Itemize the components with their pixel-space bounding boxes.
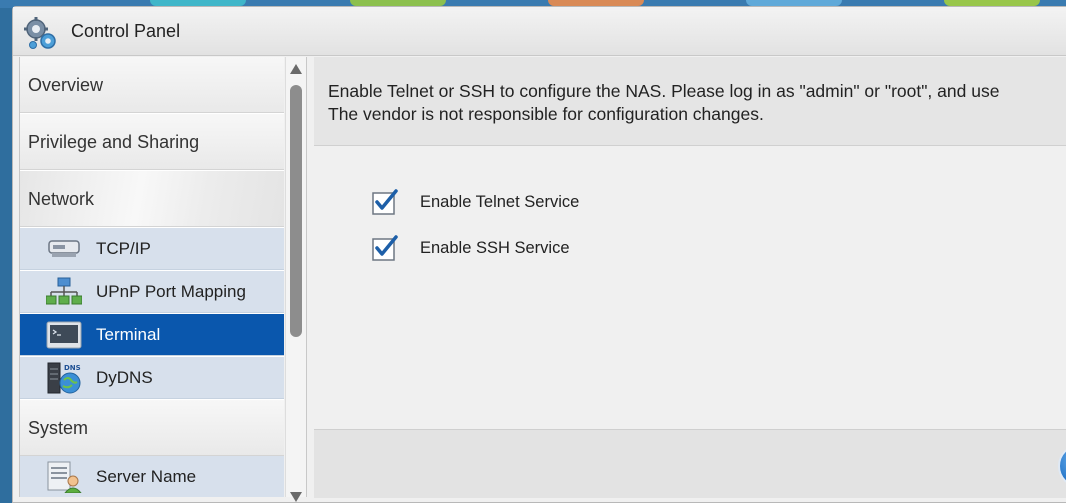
telnet-checkbox[interactable] [372, 189, 398, 215]
svg-text:DNS: DNS [64, 364, 81, 372]
window-title: Control Panel [71, 21, 181, 41]
scroll-down-arrow-icon[interactable] [289, 491, 303, 503]
ssh-checkbox[interactable] [372, 235, 398, 261]
action-footer [314, 429, 1066, 498]
ssh-label[interactable]: Enable SSH Service [420, 239, 570, 258]
sidebar-item-label: DyDNS [96, 368, 153, 387]
scrollbar-thumb[interactable] [290, 85, 302, 337]
sidebar-item-label: TCP/IP [96, 239, 151, 258]
server-user-icon [47, 461, 82, 493]
network-topology-icon [46, 277, 82, 305]
sidebar-category-network[interactable]: Network [20, 171, 284, 227]
sidebar-item-label: UPnP Port Mapping [96, 282, 246, 301]
sidebar-item-dydns[interactable]: DNS DyDNS [20, 357, 284, 399]
terminal-icon [46, 321, 82, 349]
sidebar-category-system[interactable]: System [20, 400, 284, 456]
window-titlebar[interactable]: Control Panel [13, 7, 1066, 56]
notice-line-1: Enable Telnet or SSH to configure the NA… [328, 81, 1000, 101]
scroll-up-arrow-icon[interactable] [289, 63, 303, 75]
sidebar-item-label: Terminal [96, 325, 161, 344]
sidebar-item-server-name[interactable]: Server Name [20, 456, 284, 497]
sidebar-item-tcpip[interactable]: TCP/IP [20, 228, 284, 270]
apply-button[interactable] [1058, 444, 1066, 488]
terminal-settings-panel: Enable Telnet or SSH to configure the NA… [314, 57, 1066, 498]
notice-line-2: The vendor is not responsible for config… [328, 104, 764, 124]
sidebar-scrollbar[interactable] [285, 57, 307, 502]
sidebar-category-overview[interactable]: Overview [20, 57, 284, 113]
sidebar-item-label: Server Name [96, 467, 197, 486]
sidebar-category-privilege[interactable]: Privilege and Sharing [20, 114, 284, 170]
gears-icon [24, 17, 56, 49]
dns-server-icon: DNS [47, 362, 81, 394]
network-adapter-icon [48, 240, 80, 257]
sidebar-item-terminal[interactable]: Terminal [20, 314, 284, 356]
sidebar-item-upnp[interactable]: UPnP Port Mapping [20, 271, 284, 313]
sidebar-menu: Overview Privilege and Sharing Network T… [19, 57, 284, 497]
notice-box: Enable Telnet or SSH to configure the NA… [314, 57, 1066, 146]
control-panel-window: Control Panel Overview Privilege and Sha… [12, 6, 1066, 503]
telnet-label[interactable]: Enable Telnet Service [420, 193, 579, 212]
